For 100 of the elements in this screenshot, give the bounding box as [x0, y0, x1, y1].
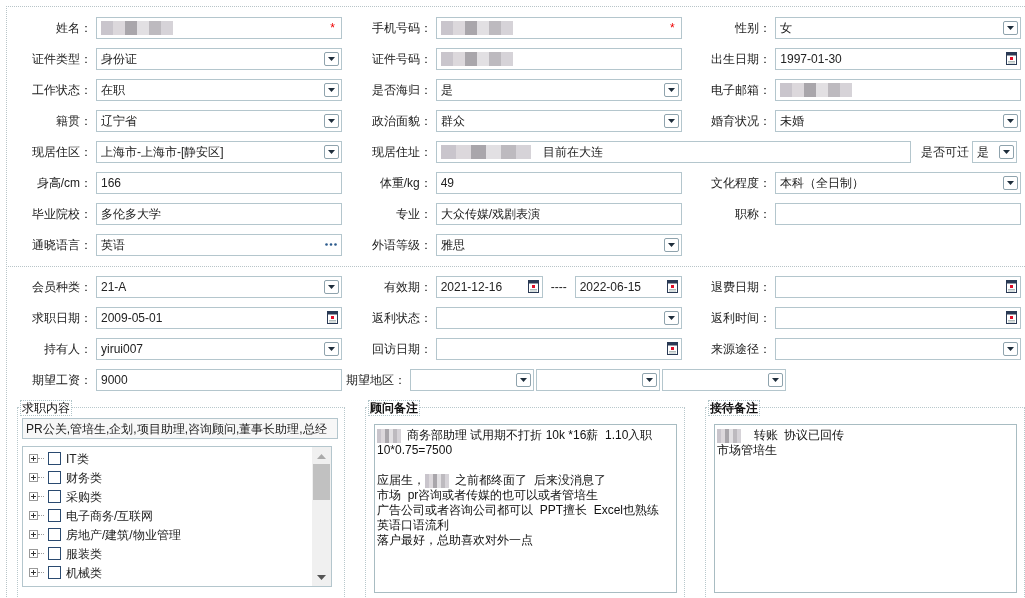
- text-field[interactable]: PR公关,管培生,企划,项目助理,咨询顾问,董事长助理,总经: [22, 418, 338, 439]
- scroll-down-icon[interactable]: [317, 575, 326, 580]
- field-label: 有效期：: [383, 278, 432, 296]
- text-field[interactable]: 目前在大连: [436, 140, 911, 163]
- field-label: 通晓语言：: [32, 236, 92, 254]
- text-field[interactable]: 166: [96, 171, 342, 194]
- field-label: 证件号码：: [371, 50, 432, 68]
- note-line: 之前都终面了 后来没消息了: [455, 473, 606, 488]
- select-field[interactable]: 本科（全日制）: [775, 171, 1022, 194]
- checkbox[interactable]: [48, 547, 61, 560]
- required-mark: *: [670, 19, 675, 37]
- select-field[interactable]: 女: [775, 16, 1022, 39]
- scrollbar[interactable]: [312, 447, 331, 586]
- expand-icon[interactable]: [29, 530, 38, 539]
- calendar-icon[interactable]: [666, 342, 678, 355]
- tree-item[interactable]: 房地产/建筑/物业管理: [66, 525, 181, 544]
- select-field[interactable]: 未婚: [775, 109, 1022, 132]
- select-field[interactable]: 是: [435, 78, 682, 101]
- expand-icon[interactable]: [29, 454, 38, 463]
- select-field[interactable]: [536, 368, 660, 391]
- checkbox[interactable]: [48, 452, 61, 465]
- calendar-icon[interactable]: [666, 280, 678, 293]
- select-field[interactable]: [410, 368, 534, 391]
- scrollbar-thumb[interactable]: [313, 464, 330, 500]
- field-label: 是否海归：: [371, 81, 432, 99]
- note-line: 商务部助理 试用期不打折 10k *16薪 1.10入职: [407, 428, 653, 443]
- checkbox[interactable]: [48, 471, 61, 484]
- tree-item[interactable]: IT类: [66, 449, 89, 468]
- checkbox[interactable]: [48, 509, 61, 522]
- redacted-blur: [717, 428, 741, 443]
- date-field[interactable]: [775, 306, 1022, 329]
- text-field[interactable]: [435, 47, 682, 70]
- field-label: 体重/kg：: [379, 174, 432, 192]
- field-label: 返利状态：: [371, 309, 432, 327]
- calendar-icon[interactable]: [527, 280, 539, 293]
- field-label: 身高/cm：: [36, 174, 92, 192]
- tree-item[interactable]: 财务类: [66, 468, 102, 487]
- select-field[interactable]: 上海市-上海市-[静安区]: [96, 140, 342, 163]
- calendar-icon[interactable]: [1006, 280, 1018, 293]
- field-label: 电子邮箱：: [711, 81, 772, 99]
- note-line: 市场 pr咨询或者传媒的也可以或者管培生: [377, 488, 600, 503]
- tree-item[interactable]: 服装类: [66, 544, 102, 563]
- field-label: 回访日期：: [371, 340, 432, 358]
- field-label: 政治面貌：: [371, 112, 432, 130]
- text-field[interactable]: [775, 202, 1022, 225]
- expand-icon[interactable]: [29, 492, 38, 501]
- select-field[interactable]: 辽宁省: [96, 109, 342, 132]
- select-field[interactable]: 是: [972, 140, 1017, 163]
- expand-icon[interactable]: [29, 568, 38, 577]
- notes-textarea[interactable]: 商务部助理 试用期不打折 10k *16薪 1.10入职 10*0.75=7500 应届生， 之前都终面了 后来没消息了 市场 pr咨询或者传媒的也可以或者管培生 广告公司或者咨询公司都可以 PPT擅长 Excel也熟练 英语口语流利 落户最好，总助喜欢对外一点: [374, 424, 677, 593]
- date-field[interactable]: [775, 275, 1022, 298]
- checkbox[interactable]: [48, 528, 61, 541]
- expand-icon[interactable]: [29, 549, 38, 558]
- date-field[interactable]: 1997-01-30: [775, 47, 1022, 70]
- text-field[interactable]: *: [96, 16, 342, 39]
- range-separator: ----: [550, 278, 567, 296]
- expand-icon[interactable]: [29, 511, 38, 520]
- checkbox[interactable]: [48, 490, 61, 503]
- select-field[interactable]: 雅思: [436, 233, 682, 256]
- field-label: 外语等级：: [372, 236, 432, 254]
- section-legend: 顾问备注: [368, 400, 420, 416]
- tree-item[interactable]: 电子商务/互联网: [66, 506, 154, 525]
- more-icon[interactable]: [325, 243, 337, 246]
- tree-item[interactable]: 机械类: [66, 563, 102, 582]
- select-field[interactable]: [435, 306, 682, 329]
- calendar-icon[interactable]: [1006, 52, 1018, 65]
- tree-item[interactable]: 采购类: [66, 487, 102, 506]
- note-line: 广告公司或者咨询公司都可以 PPT擅长 Excel也熟练: [377, 503, 661, 518]
- date-field[interactable]: 2009-05-01: [96, 306, 342, 329]
- calendar-icon[interactable]: [327, 311, 338, 324]
- field-label: 持有人：: [44, 340, 92, 358]
- select-field[interactable]: 21-A: [96, 275, 342, 298]
- redacted-blur: [377, 428, 401, 443]
- notes-textarea[interactable]: 转账 协议已回传 市场管培生: [714, 424, 1017, 593]
- select-field[interactable]: 群众: [435, 109, 682, 132]
- text-field[interactable]: [775, 78, 1022, 101]
- note-line: 英语口语流利: [377, 518, 450, 533]
- checkbox[interactable]: [48, 566, 61, 579]
- select-field[interactable]: 身份证: [96, 47, 342, 70]
- select-field[interactable]: yirui007: [96, 337, 342, 360]
- field-label: 退费日期：: [711, 278, 772, 296]
- date-field[interactable]: 2021-12-16: [435, 275, 543, 298]
- select-field[interactable]: [775, 337, 1022, 360]
- field-label: 籍贯：: [56, 112, 92, 130]
- text-field[interactable]: 多伦多大学: [96, 202, 342, 225]
- picker-field[interactable]: 英语: [96, 233, 342, 256]
- text-field[interactable]: 49: [435, 171, 682, 194]
- field-label: 会员种类：: [32, 278, 92, 296]
- text-field[interactable]: *: [435, 16, 682, 39]
- select-field[interactable]: 在职: [96, 78, 342, 101]
- note-line: 应届生，: [377, 473, 425, 488]
- text-field[interactable]: 9000: [96, 368, 342, 391]
- calendar-icon[interactable]: [1006, 311, 1018, 324]
- note-line: 10*0.75=7500: [377, 443, 454, 458]
- expand-icon[interactable]: [29, 473, 38, 482]
- section-legend: 求职内容: [20, 400, 72, 416]
- date-field[interactable]: [435, 337, 682, 360]
- select-field[interactable]: [662, 368, 786, 391]
- date-field[interactable]: 2022-06-15: [574, 275, 682, 298]
- text-field[interactable]: 大众传媒/戏剧表演: [435, 202, 682, 225]
